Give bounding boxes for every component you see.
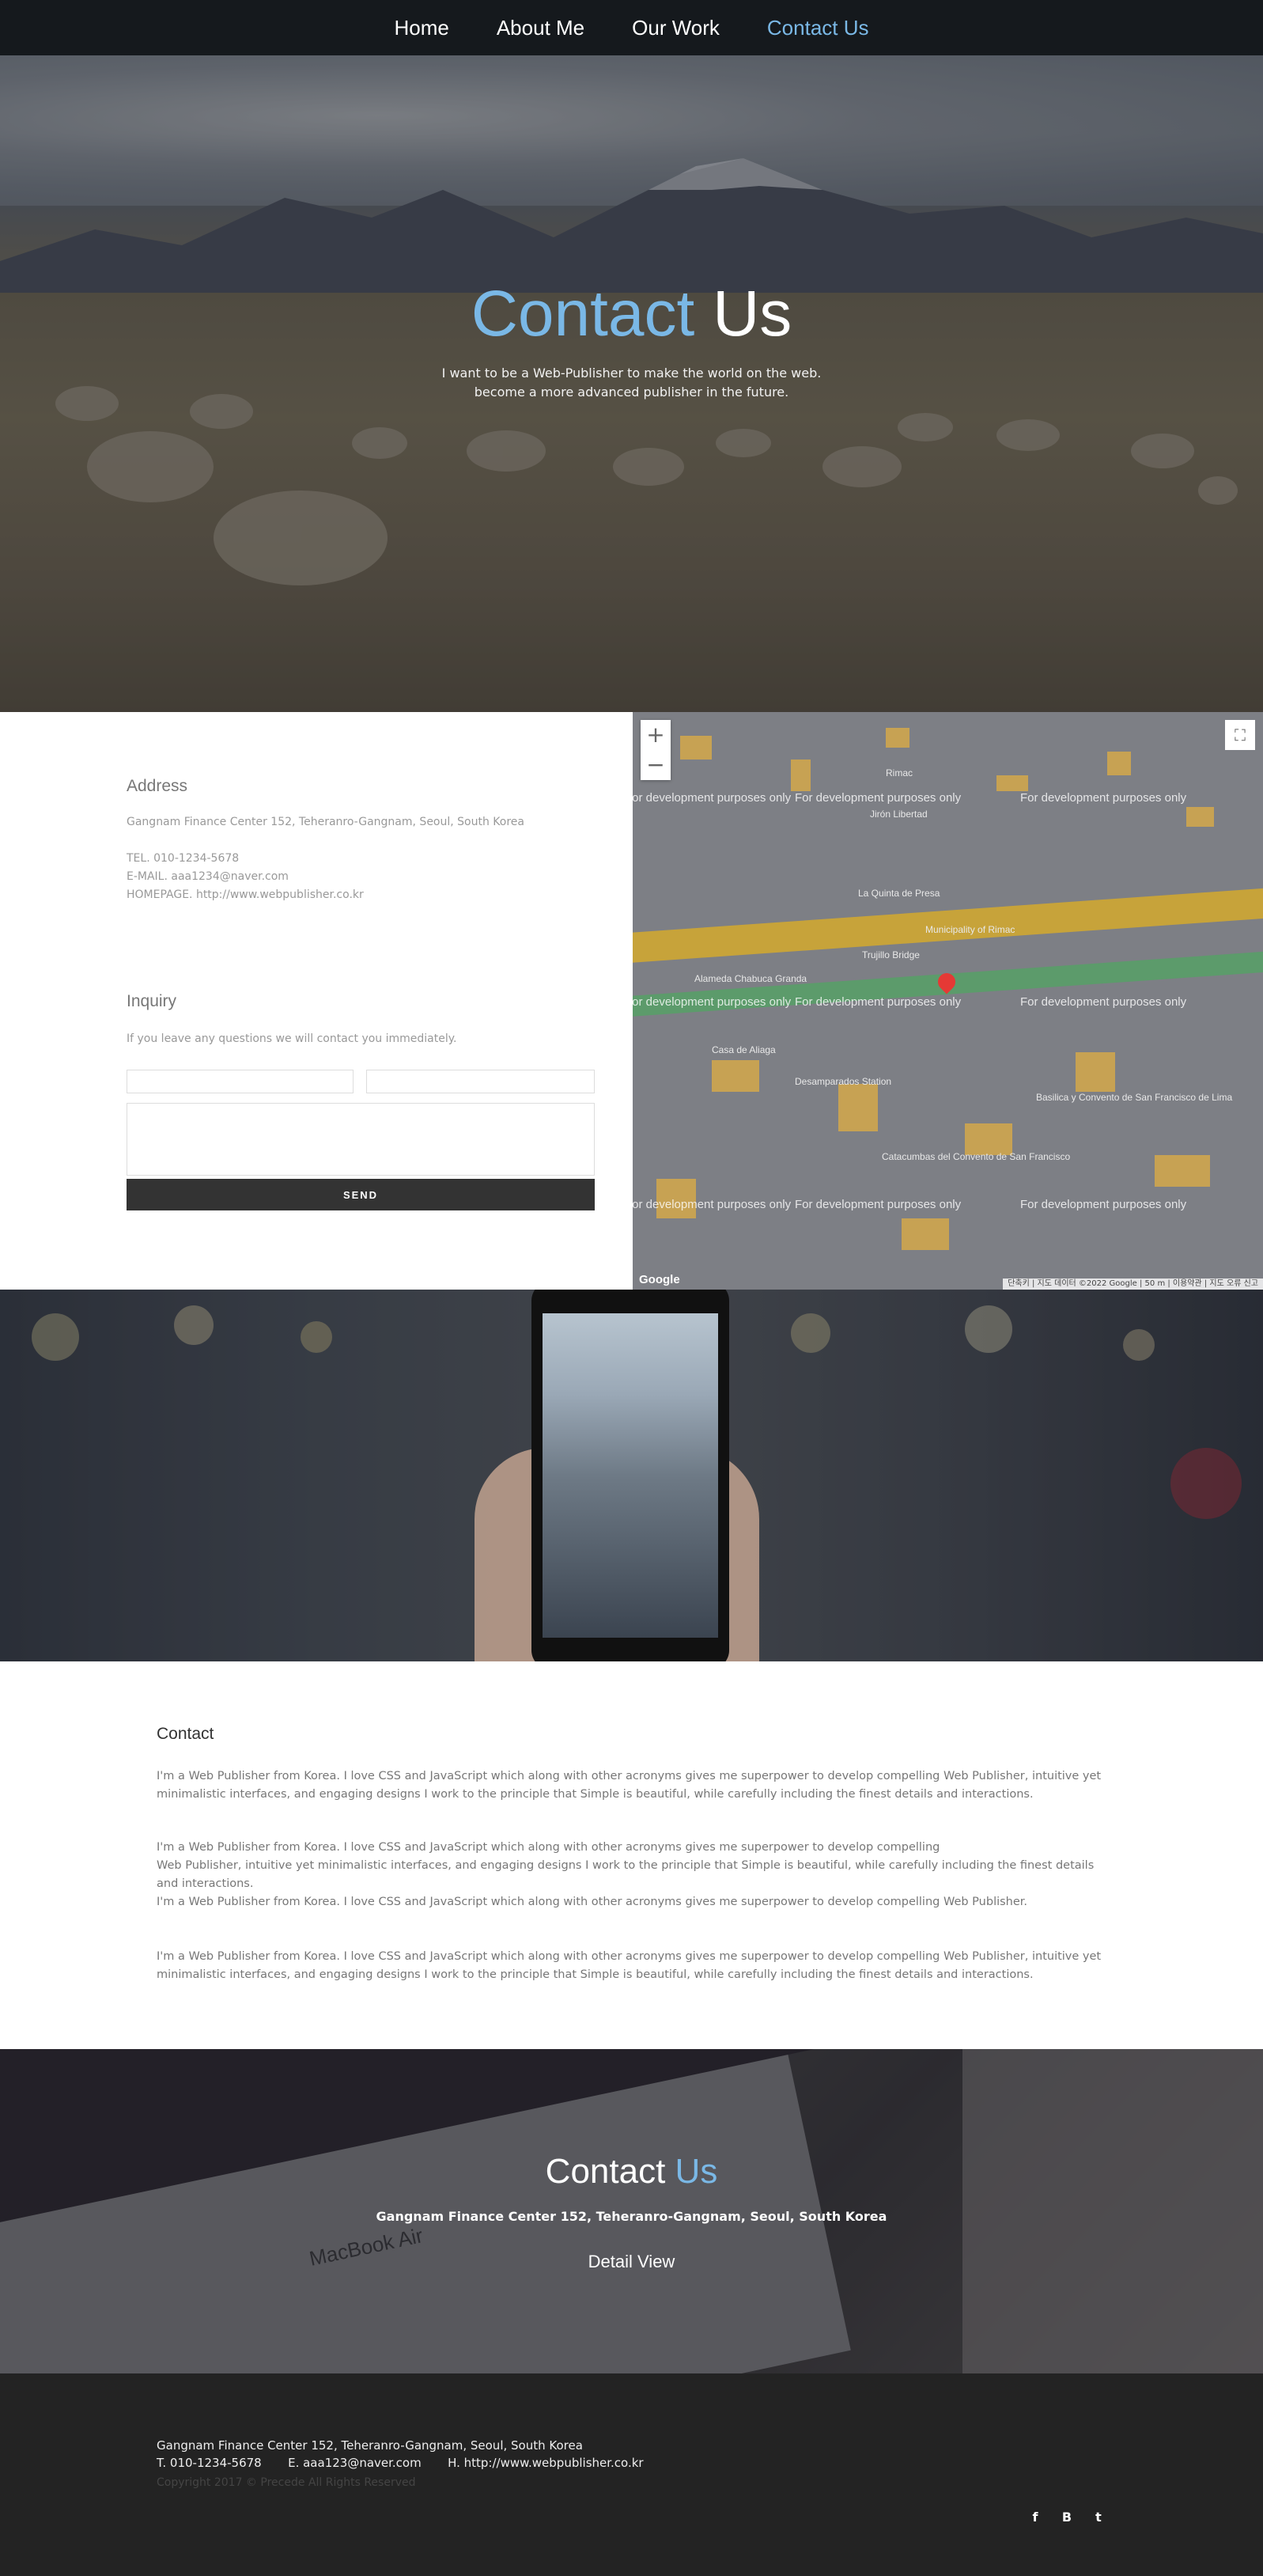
twitter-icon[interactable]: t	[1091, 2510, 1106, 2525]
contact-section: Address Gangnam Finance Center 152, Tehe…	[0, 712, 1263, 1290]
social-links: f B t	[1028, 2510, 1106, 2525]
footer: Gangnam Finance Center 152, Teheranro-Ga…	[0, 2373, 1263, 2576]
hero-subtitle-line2: become a more advanced publisher in the …	[474, 385, 789, 400]
map-label: Basilica y Convento de San Francisco de …	[1036, 1092, 1233, 1103]
banner-title: Contact Us	[0, 2152, 1263, 2191]
map-label: Alameda Chabuca Granda	[694, 973, 807, 984]
map-label: Trujillo Bridge	[862, 949, 920, 960]
facebook-icon[interactable]: f	[1028, 2510, 1042, 2525]
banner-title-main: Contact	[545, 2152, 666, 2191]
nav-about-me[interactable]: About Me	[497, 16, 584, 40]
phone-image-section	[0, 1290, 1263, 1661]
send-button[interactable]: SEND	[127, 1179, 595, 1210]
about-paragraph-1: I'm a Web Publisher from Korea. I love C…	[157, 1770, 1102, 1801]
map-watermark: For development purposes only	[633, 1198, 792, 1211]
map-label: La Quinta de Presa	[858, 888, 940, 899]
google-logo: Google	[639, 1273, 680, 1286]
map-label: Desamparados Station	[795, 1076, 892, 1087]
map-attribution[interactable]: 단축키 | 지도 데이터 ©2022 Google | 50 m | 이용약관 …	[1003, 1279, 1263, 1290]
about-paragraph-2a: I'm a Web Publisher from Korea. I love C…	[157, 1841, 940, 1854]
banner-title-accent: Us	[675, 2152, 718, 2191]
contact-panel: Address Gangnam Finance Center 152, Tehe…	[0, 712, 633, 1290]
nav-our-work[interactable]: Our Work	[632, 16, 720, 40]
hero-title-rest: Us	[713, 278, 792, 350]
address-location: Gangnam Finance Center 152, Teheranro-Ga…	[127, 816, 524, 828]
banner-address: Gangnam Finance Center 152, Teheranro-Ga…	[376, 2209, 887, 2224]
about-paragraph-2c: I'm a Web Publisher from Korea. I love C…	[157, 1896, 1028, 1908]
hero-title-accent: Contact	[471, 278, 695, 350]
map-watermark: For development purposes only	[1020, 1198, 1187, 1211]
contact-banner: MacBook Air Contact Us Gangnam Finance C…	[0, 2049, 1263, 2373]
map-watermark: For development purposes only	[633, 995, 792, 1009]
address-tel: TEL. 010-1234-5678	[127, 852, 240, 865]
smartphone-image	[531, 1290, 729, 1661]
address-homepage: HOMEPAGE. http://www.webpublisher.co.kr	[127, 888, 364, 901]
hero-section: Contact Us I want to be a Web-Publisher …	[0, 55, 1263, 712]
map-label: Rimac	[886, 767, 913, 778]
map-watermark: For development purposes only	[795, 1198, 962, 1211]
map-watermark: For development purposes only	[633, 791, 792, 805]
about-text-section: Contact I'm a Web Publisher from Korea. …	[0, 1661, 1263, 2049]
zoom-out-button[interactable]: −	[641, 750, 671, 780]
map-zoom-control: + −	[641, 720, 671, 780]
hero-subtitle-line1: I want to be a Web-Publisher to make the…	[441, 366, 822, 381]
message-textarea[interactable]	[127, 1103, 595, 1176]
main-nav: Home About Me Our Work Contact Us	[0, 0, 1263, 55]
hero-subtitle: I want to be a Web-Publisher to make the…	[0, 364, 1263, 402]
map-label: Casa de Aliaga	[712, 1044, 776, 1055]
map-label: Catacumbas del Convento de San Francisco	[882, 1151, 1071, 1162]
map-label: Municipality of Rimac	[925, 924, 1015, 935]
fullscreen-icon[interactable]: ⛶	[1225, 720, 1255, 750]
nav-home[interactable]: Home	[394, 16, 448, 40]
footer-address: Gangnam Finance Center 152, Teheranro-Ga…	[157, 2438, 583, 2453]
inquiry-heading: Inquiry	[127, 992, 177, 1010]
detail-view-link[interactable]: Detail View	[0, 2252, 1263, 2272]
map-watermark: For development purposes only	[795, 995, 962, 1009]
email-input[interactable]	[366, 1070, 595, 1093]
nav-contact-us[interactable]: Contact Us	[767, 16, 869, 40]
map-watermark: For development purposes only	[1020, 791, 1187, 805]
about-heading: Contact	[157, 1725, 214, 1743]
map-watermark: For development purposes only	[1020, 995, 1187, 1009]
footer-contact-info: T. 010-1234-5678 E. aaa123@naver.com H. …	[157, 2456, 644, 2470]
about-paragraph-3: I'm a Web Publisher from Korea. I love C…	[157, 1950, 1102, 1981]
about-paragraph-2b: Web Publisher, intuitive yet minimalisti…	[157, 1859, 1095, 1890]
google-map[interactable]: For development purposes only For develo…	[633, 712, 1263, 1290]
name-input[interactable]	[127, 1070, 354, 1093]
zoom-in-button[interactable]: +	[641, 720, 671, 750]
phone-screen	[543, 1313, 718, 1638]
address-heading: Address	[127, 777, 188, 795]
address-email: E-MAIL. aaa1234@naver.com	[127, 870, 289, 883]
footer-copyright: Copyright 2017 © Precede All Rights Rese…	[157, 2476, 416, 2489]
blogger-icon[interactable]: B	[1060, 2510, 1074, 2525]
inquiry-desc: If you leave any questions we will conta…	[127, 1032, 457, 1045]
map-watermark: For development purposes only	[795, 791, 962, 805]
hero-title: Contact Us	[0, 277, 1263, 351]
map-label: Jirón Libertad	[870, 809, 928, 820]
